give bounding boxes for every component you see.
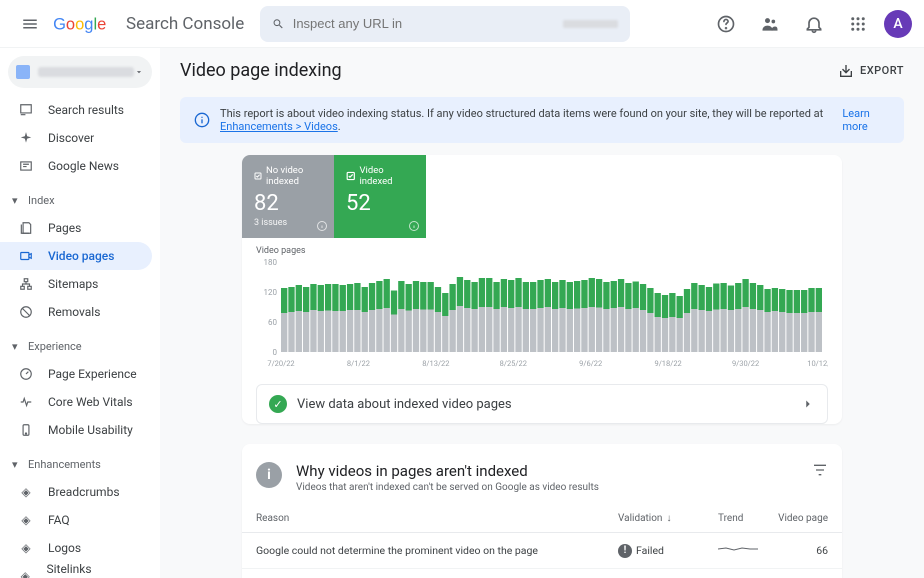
search-input[interactable] — [293, 16, 564, 31]
svg-text:60: 60 — [268, 318, 277, 327]
why-title: Why videos in pages aren't indexed — [296, 462, 599, 480]
filter-icon[interactable] — [812, 462, 828, 482]
tile-video-indexed[interactable]: Video indexed 52 — [334, 155, 426, 238]
redacted-domain — [563, 20, 618, 28]
export-button[interactable]: EXPORT — [838, 63, 904, 79]
nav-discover[interactable]: Discover — [0, 124, 152, 152]
property-icon — [16, 65, 30, 79]
google-logo[interactable]: Google Search Console — [52, 13, 244, 35]
url-search[interactable] — [260, 6, 630, 42]
section-experience[interactable]: ▾Experience — [0, 332, 160, 360]
nav-page-experience[interactable]: Page Experience — [0, 360, 152, 388]
table-row[interactable]: Google could not determine the prominent… — [242, 533, 842, 569]
hamburger-menu[interactable] — [12, 6, 48, 42]
svg-text:Google: Google — [53, 15, 106, 33]
svg-text:180: 180 — [264, 258, 278, 267]
enhancements-videos-link[interactable]: Enhancements > Videos — [220, 120, 338, 133]
svg-text:8/13/22: 8/13/22 — [422, 359, 449, 368]
why-not-indexed-card: i Why videos in pages aren't indexed Vid… — [242, 444, 842, 578]
svg-text:120: 120 — [264, 288, 278, 297]
nav-sitemaps[interactable]: Sitemaps — [0, 270, 152, 298]
property-selector[interactable] — [8, 56, 152, 88]
notifications-icon[interactable] — [796, 6, 832, 42]
svg-text:10/12/22: 10/12/22 — [807, 359, 828, 368]
chevron-down-icon — [134, 67, 144, 77]
tile-no-video-indexed[interactable]: No video indexed 82 3 issues — [242, 155, 334, 238]
svg-text:0: 0 — [273, 348, 278, 357]
nav-pages[interactable]: Pages — [0, 214, 152, 242]
table-row[interactable]: No thumbnail URL provided !Not Started 2… — [242, 569, 842, 578]
sidebar: Search results Discover Google News ▾Ind… — [0, 48, 160, 578]
check-icon: ✓ — [269, 395, 287, 413]
chart-title: Video pages — [256, 246, 828, 256]
section-index[interactable]: ▾Index — [0, 186, 160, 214]
nav-removals[interactable]: Removals — [0, 298, 152, 326]
learn-more-link[interactable]: Learn more — [842, 107, 890, 133]
chevron-right-icon — [801, 397, 815, 411]
indexing-summary-card: No video indexed 82 3 issues Video index… — [242, 155, 842, 424]
video-pages-chart: 0 60 120 180 7/20/22 8/1/22 8/13/22 8/25/22 9/6/… — [256, 258, 828, 368]
people-icon[interactable] — [752, 6, 788, 42]
download-icon — [838, 63, 854, 79]
info-icon[interactable] — [408, 220, 420, 232]
nav-google-news[interactable]: Google News — [0, 152, 152, 180]
nav-logos[interactable]: ◈Logos — [0, 534, 152, 562]
status-badge-icon: ! — [618, 544, 632, 558]
page-title: Video page indexing — [180, 60, 342, 81]
svg-text:8/1/22: 8/1/22 — [347, 359, 370, 368]
nav-core-web-vitals[interactable]: Core Web Vitals — [0, 388, 152, 416]
svg-text:9/30/22: 9/30/22 — [732, 359, 759, 368]
redacted-property — [38, 67, 134, 77]
info-banner: This report is about video indexing stat… — [180, 97, 904, 143]
avatar[interactable]: A — [884, 10, 912, 38]
svg-text:7/20/22: 7/20/22 — [267, 359, 294, 368]
svg-text:9/6/22: 9/6/22 — [579, 359, 602, 368]
table-header: Reason Validation ↓ Trend Video page — [242, 505, 842, 533]
info-badge-icon: i — [256, 462, 282, 488]
view-indexed-data-row[interactable]: ✓ View data about indexed video pages — [256, 384, 828, 424]
nav-search-results[interactable]: Search results — [0, 96, 152, 124]
nav-faq[interactable]: ◈FAQ — [0, 506, 152, 534]
nav-sitelinks[interactable]: ◈Sitelinks searchbox — [0, 562, 152, 578]
apps-icon[interactable] — [840, 6, 876, 42]
svg-text:9/18/22: 9/18/22 — [655, 359, 682, 368]
nav-mobile-usability[interactable]: Mobile Usability — [0, 416, 152, 444]
info-icon — [194, 112, 210, 128]
info-icon[interactable] — [316, 220, 328, 232]
nav-breadcrumbs[interactable]: ◈Breadcrumbs — [0, 478, 152, 506]
help-icon[interactable] — [708, 6, 744, 42]
svg-text:8/25/22: 8/25/22 — [500, 359, 527, 368]
sort-down-icon[interactable]: ↓ — [666, 513, 671, 524]
section-enhancements[interactable]: ▾Enhancements — [0, 450, 160, 478]
search-icon — [272, 16, 285, 32]
nav-video-pages[interactable]: Video pages — [0, 242, 152, 270]
product-name: Search Console — [126, 14, 244, 34]
why-subtitle: Videos that aren't indexed can't be serv… — [296, 482, 599, 493]
